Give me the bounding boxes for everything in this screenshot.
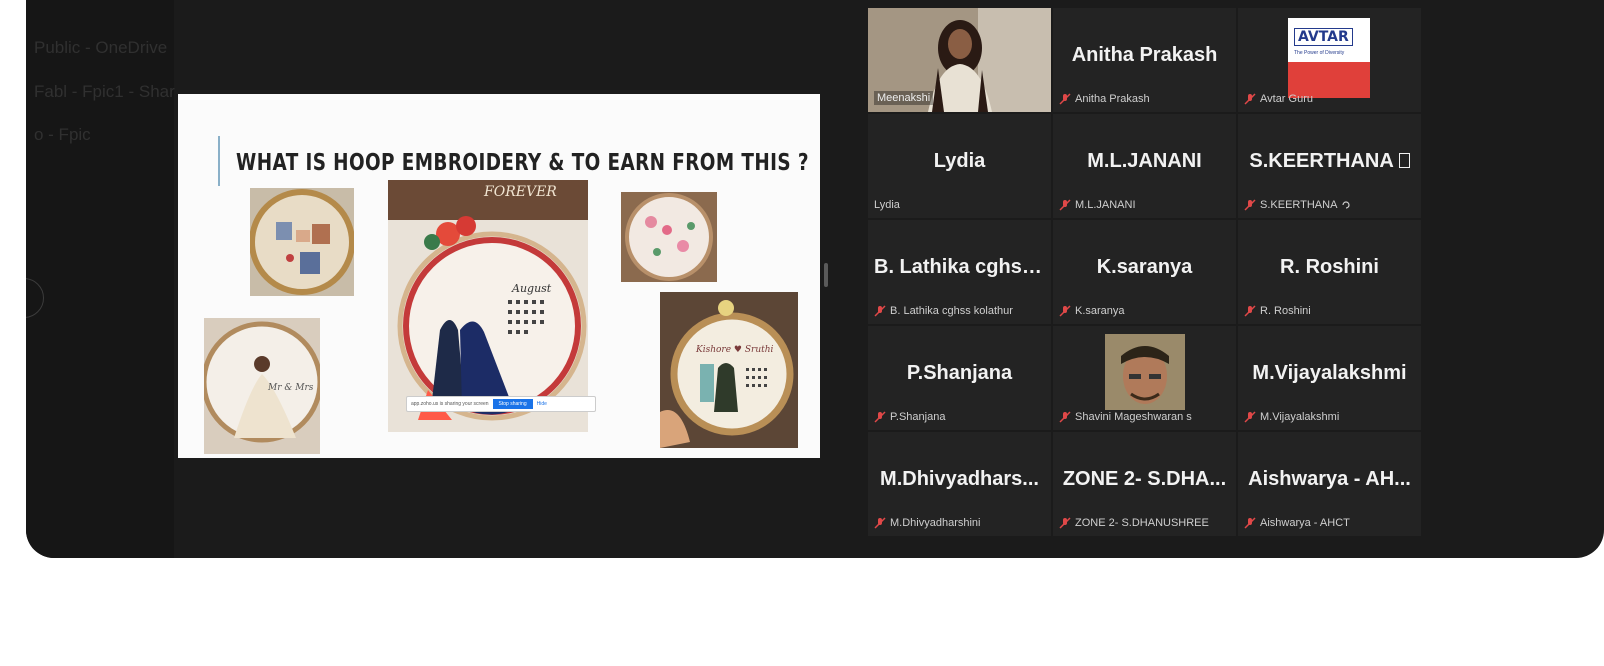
left-panel: Public - OneDrive Fabl - Fpic1 - Shar o … xyxy=(26,0,175,558)
participant-display-name: Lydia xyxy=(933,150,986,172)
participant-label: B. Lathika cghss kolathur xyxy=(874,305,1013,317)
participant-tile[interactable]: AVTAR The Power of Diversity Avtar Guru xyxy=(1238,8,1421,112)
mic-muted-icon xyxy=(1059,517,1071,529)
participant-tile[interactable]: Shavini Mageshwaran s xyxy=(1053,326,1236,430)
avtar-logo: AVTAR The Power of Diversity xyxy=(1288,18,1370,98)
participant-tile[interactable]: K.saranya K.saranya xyxy=(1053,220,1236,324)
unsupported-glyph-icon xyxy=(1398,153,1410,168)
participant-label: K.saranya xyxy=(1059,305,1125,317)
mic-muted-icon xyxy=(874,517,886,529)
mic-muted-icon xyxy=(1244,93,1256,105)
faded-file-item: Fabl - Fpic1 - Shar xyxy=(34,82,175,101)
participant-label: Aishwarya - AHCT xyxy=(1244,517,1350,529)
participant-label: M.Vijayalakshmi xyxy=(1244,411,1339,423)
mic-muted-icon xyxy=(1059,411,1071,423)
participant-tile[interactable]: M.Vijayalakshmi M.Vijayalakshmi xyxy=(1238,326,1421,430)
participant-tile[interactable]: Lydia Lydia xyxy=(868,114,1051,218)
participant-label: S.KEERTHANA xyxy=(1244,199,1351,211)
participant-label: Shavini Mageshwaran s xyxy=(1059,411,1192,423)
screen-share-banner: app.zoho.us is sharing your screen Stop … xyxy=(406,396,596,412)
participant-tile[interactable]: B. Lathika cghss... B. Lathika cghss kol… xyxy=(868,220,1051,324)
participant-display-name: M.Vijayalakshmi xyxy=(1252,362,1407,384)
mic-muted-icon xyxy=(874,411,886,423)
participant-display-name: ZONE 2- S.DHA... xyxy=(1062,468,1227,490)
participant-label: Anitha Prakash xyxy=(1059,93,1150,105)
hoop-dress: Mr & Mrs xyxy=(204,318,320,454)
participant-label: Avtar Guru xyxy=(1244,93,1313,105)
participant-display-name: P.Shanjana xyxy=(906,362,1013,384)
screen-share-message: app.zoho.us is sharing your screen xyxy=(411,401,489,407)
participant-display-name: B. Lathika cghss... xyxy=(874,256,1050,278)
participant-tile[interactable]: Aishwarya - AH... Aishwarya - AHCT xyxy=(1238,432,1421,536)
participant-tile[interactable]: ZONE 2- S.DHA... ZONE 2- S.DHANUSHREE xyxy=(1053,432,1236,536)
mic-muted-icon xyxy=(1244,411,1256,423)
participant-photo xyxy=(1105,334,1185,410)
mic-muted-icon xyxy=(1244,199,1256,211)
participant-label: ZONE 2- S.DHANUSHREE xyxy=(1059,517,1209,529)
reconnect-icon xyxy=(1342,201,1350,209)
participant-display-name: S.KEERTHANA xyxy=(1238,150,1421,173)
participant-tile[interactable]: Anitha Prakash Anitha Prakash xyxy=(1053,8,1236,112)
hoop-text-forever: FOREVER xyxy=(483,184,557,200)
participant-tile[interactable]: M.L.JANANI M.L.JANANI xyxy=(1053,114,1236,218)
hide-banner-button[interactable]: Hide xyxy=(537,401,547,407)
participant-label: P.Shanjana xyxy=(874,411,945,423)
participant-display-name: Anitha Prakash xyxy=(1071,44,1218,66)
shared-screen-slide: WHAT IS HOOP EMBROIDERY & TO EARN FROM T… xyxy=(178,94,820,458)
hoop-photo-collage xyxy=(250,188,354,296)
participant-label: Meenakshi xyxy=(874,91,934,105)
mic-muted-icon xyxy=(1244,305,1256,317)
participant-display-name: M.Dhivyadhars... xyxy=(880,468,1039,490)
participant-label: M.L.JANANI xyxy=(1059,199,1136,211)
participant-label: R. Roshini xyxy=(1244,305,1311,317)
participant-label: M.Dhivyadharshini xyxy=(874,517,980,529)
participant-display-name: M.L.JANANI xyxy=(1087,150,1202,172)
svg-text:Mr & Mrs: Mr & Mrs xyxy=(267,383,314,393)
stop-sharing-button[interactable]: Stop sharing xyxy=(492,399,533,409)
slide-title: WHAT IS HOOP EMBROIDERY & TO EARN FROM T… xyxy=(236,150,809,176)
participant-display-name: Aishwarya - AH... xyxy=(1248,468,1411,490)
mic-muted-icon xyxy=(874,305,886,317)
faded-file-item: o - Fpic xyxy=(34,125,91,144)
participant-grid: Meenakshi Anitha Prakash Anitha Prakash … xyxy=(868,8,1421,536)
hoop-text-calendar: August xyxy=(511,282,552,295)
hoop-text-names: Kishore ♥ Sruthi xyxy=(695,345,774,355)
title-accent-bar xyxy=(218,136,220,186)
participant-display-name: K.saranya xyxy=(1096,256,1193,278)
resize-handle[interactable] xyxy=(824,263,828,287)
collapse-panel-button[interactable] xyxy=(26,278,44,318)
participant-label: Lydia xyxy=(874,199,900,211)
hoop-couple-calendar: FOREVER August xyxy=(388,180,588,432)
participant-display-name: R. Roshini xyxy=(1280,256,1379,278)
meeting-window: Public - OneDrive Fabl - Fpic1 - Shar o … xyxy=(26,0,1604,558)
participant-tile[interactable]: R. Roshini R. Roshini xyxy=(1238,220,1421,324)
hoop-names: Kishore ♥ Sruthi xyxy=(660,292,798,448)
mic-muted-icon xyxy=(1059,305,1071,317)
participant-tile[interactable]: S.KEERTHANA S.KEERTHANA xyxy=(1238,114,1421,218)
participant-tile[interactable]: Meenakshi xyxy=(868,8,1051,112)
mic-muted-icon xyxy=(1244,517,1256,529)
mic-muted-icon xyxy=(1059,199,1071,211)
hoop-floral xyxy=(621,192,717,282)
participant-tile[interactable]: P.Shanjana P.Shanjana xyxy=(868,326,1051,430)
faded-file-item: Public - OneDrive xyxy=(34,38,168,57)
mic-muted-icon xyxy=(1059,93,1071,105)
participant-tile[interactable]: M.Dhivyadhars... M.Dhivyadharshini xyxy=(868,432,1051,536)
